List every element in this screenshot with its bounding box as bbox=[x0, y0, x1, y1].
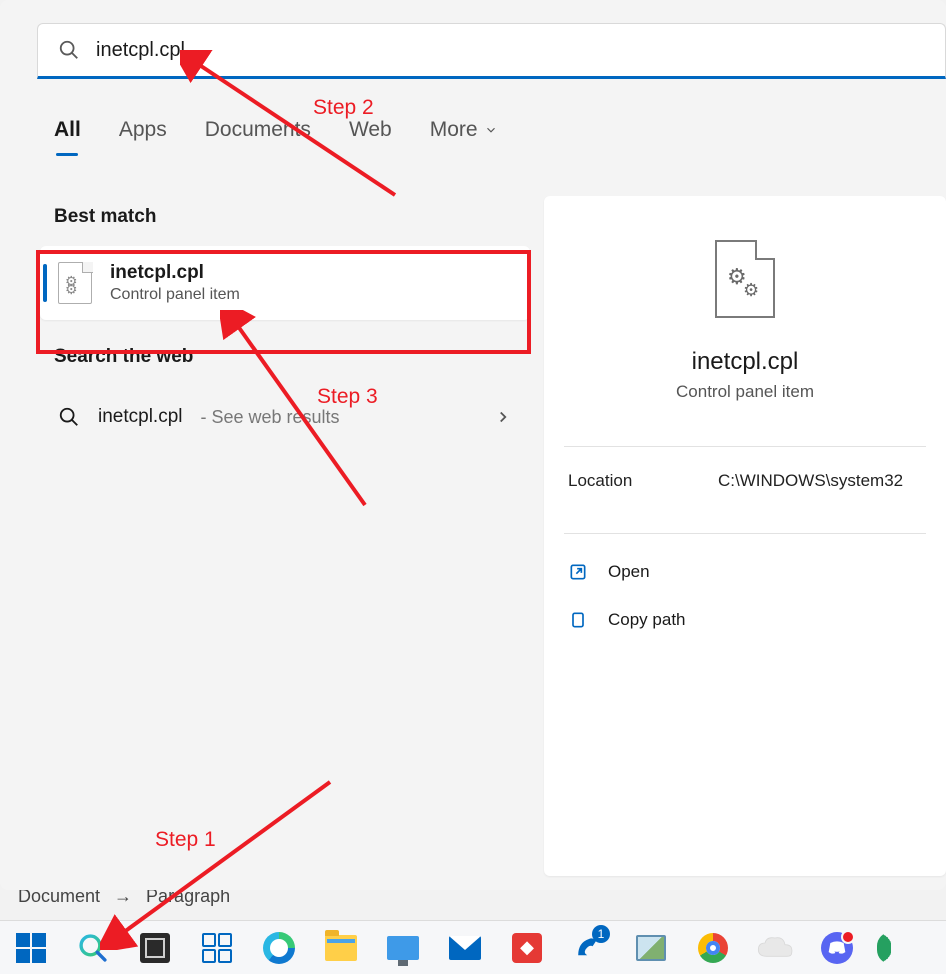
your-phone-button[interactable]: 1 bbox=[566, 925, 612, 971]
result-preview-pane: ⚙⚙ inetcpl.cpl Control panel item Locati… bbox=[544, 196, 946, 876]
mail-button[interactable] bbox=[442, 925, 488, 971]
task-view-icon bbox=[140, 933, 170, 963]
location-value: C:\WINDOWS\system32 bbox=[718, 471, 922, 491]
web-search-result[interactable]: inetcpl.cpl - See web results bbox=[40, 392, 530, 442]
image-icon bbox=[636, 935, 666, 961]
location-label: Location bbox=[568, 471, 718, 491]
notification-dot bbox=[841, 930, 855, 944]
open-label: Open bbox=[608, 562, 650, 582]
edge-icon bbox=[263, 932, 295, 964]
preview-subtitle: Control panel item bbox=[544, 382, 946, 402]
todo-app-button[interactable]: ◆ bbox=[504, 925, 550, 971]
web-result-suffix: - See web results bbox=[201, 407, 340, 428]
discord-button[interactable] bbox=[814, 925, 860, 971]
section-best-match: Best match bbox=[40, 200, 530, 246]
search-box[interactable] bbox=[37, 23, 946, 79]
partial-app-button[interactable] bbox=[876, 925, 892, 971]
todo-icon: ◆ bbox=[512, 933, 542, 963]
widgets-icon bbox=[202, 933, 232, 963]
cloud-app-button[interactable] bbox=[752, 925, 798, 971]
tab-more-label: More bbox=[430, 118, 478, 142]
taskbar-search-button[interactable] bbox=[70, 925, 116, 971]
mail-icon bbox=[449, 936, 481, 960]
file-explorer-button[interactable] bbox=[318, 925, 364, 971]
control-panel-file-icon: ⚙⚙ bbox=[715, 240, 775, 318]
tab-more[interactable]: More bbox=[430, 118, 498, 152]
tab-apps[interactable]: Apps bbox=[119, 118, 167, 152]
tab-documents[interactable]: Documents bbox=[205, 118, 311, 152]
section-search-web: Search the web bbox=[40, 340, 530, 386]
search-icon bbox=[58, 406, 80, 428]
location-row: Location C:\WINDOWS\system32 bbox=[544, 447, 946, 515]
preview-header: ⚙⚙ inetcpl.cpl Control panel item bbox=[544, 196, 946, 428]
taskbar: ◆ 1 bbox=[0, 920, 946, 974]
chevron-down-icon bbox=[484, 123, 498, 137]
search-icon bbox=[58, 39, 80, 61]
windows-logo-icon bbox=[16, 933, 46, 963]
best-match-subtitle: Control panel item bbox=[110, 286, 240, 304]
preview-title: inetcpl.cpl bbox=[544, 348, 946, 376]
open-action[interactable]: Open bbox=[544, 548, 946, 596]
best-match-title: inetcpl.cpl bbox=[110, 262, 240, 284]
windows-search-panel: All Apps Documents Web More Best match ⚙… bbox=[0, 0, 946, 890]
search-input[interactable] bbox=[96, 39, 925, 62]
start-button[interactable] bbox=[8, 925, 54, 971]
chrome-icon bbox=[698, 933, 728, 963]
copy-path-label: Copy path bbox=[608, 610, 686, 630]
search-tabs: All Apps Documents Web More bbox=[54, 118, 498, 152]
folder-icon bbox=[325, 935, 357, 961]
results-left-column: Best match ⚙⚙ inetcpl.cpl Control panel … bbox=[40, 200, 530, 442]
notification-badge: 1 bbox=[592, 925, 610, 943]
partial-app-icon bbox=[877, 932, 891, 964]
photos-button[interactable] bbox=[628, 925, 674, 971]
tab-all[interactable]: All bbox=[54, 118, 81, 152]
web-result-query: inetcpl.cpl bbox=[98, 406, 183, 428]
tab-web[interactable]: Web bbox=[349, 118, 392, 152]
monitor-icon bbox=[387, 936, 419, 960]
search-icon bbox=[76, 931, 110, 965]
widgets-button[interactable] bbox=[194, 925, 240, 971]
task-view-button[interactable] bbox=[132, 925, 178, 971]
edge-button[interactable] bbox=[256, 925, 302, 971]
display-app-button[interactable] bbox=[380, 925, 426, 971]
best-match-text: inetcpl.cpl Control panel item bbox=[110, 262, 240, 304]
discord-icon bbox=[821, 932, 853, 964]
open-external-icon bbox=[568, 562, 588, 582]
copy-icon bbox=[568, 610, 588, 630]
cloud-icon bbox=[755, 934, 795, 962]
control-panel-file-icon: ⚙⚙ bbox=[58, 262, 92, 304]
chevron-right-icon bbox=[494, 408, 512, 426]
copy-path-action[interactable]: Copy path bbox=[544, 596, 946, 644]
best-match-result[interactable]: ⚙⚙ inetcpl.cpl Control panel item bbox=[40, 246, 530, 320]
chrome-button[interactable] bbox=[690, 925, 736, 971]
